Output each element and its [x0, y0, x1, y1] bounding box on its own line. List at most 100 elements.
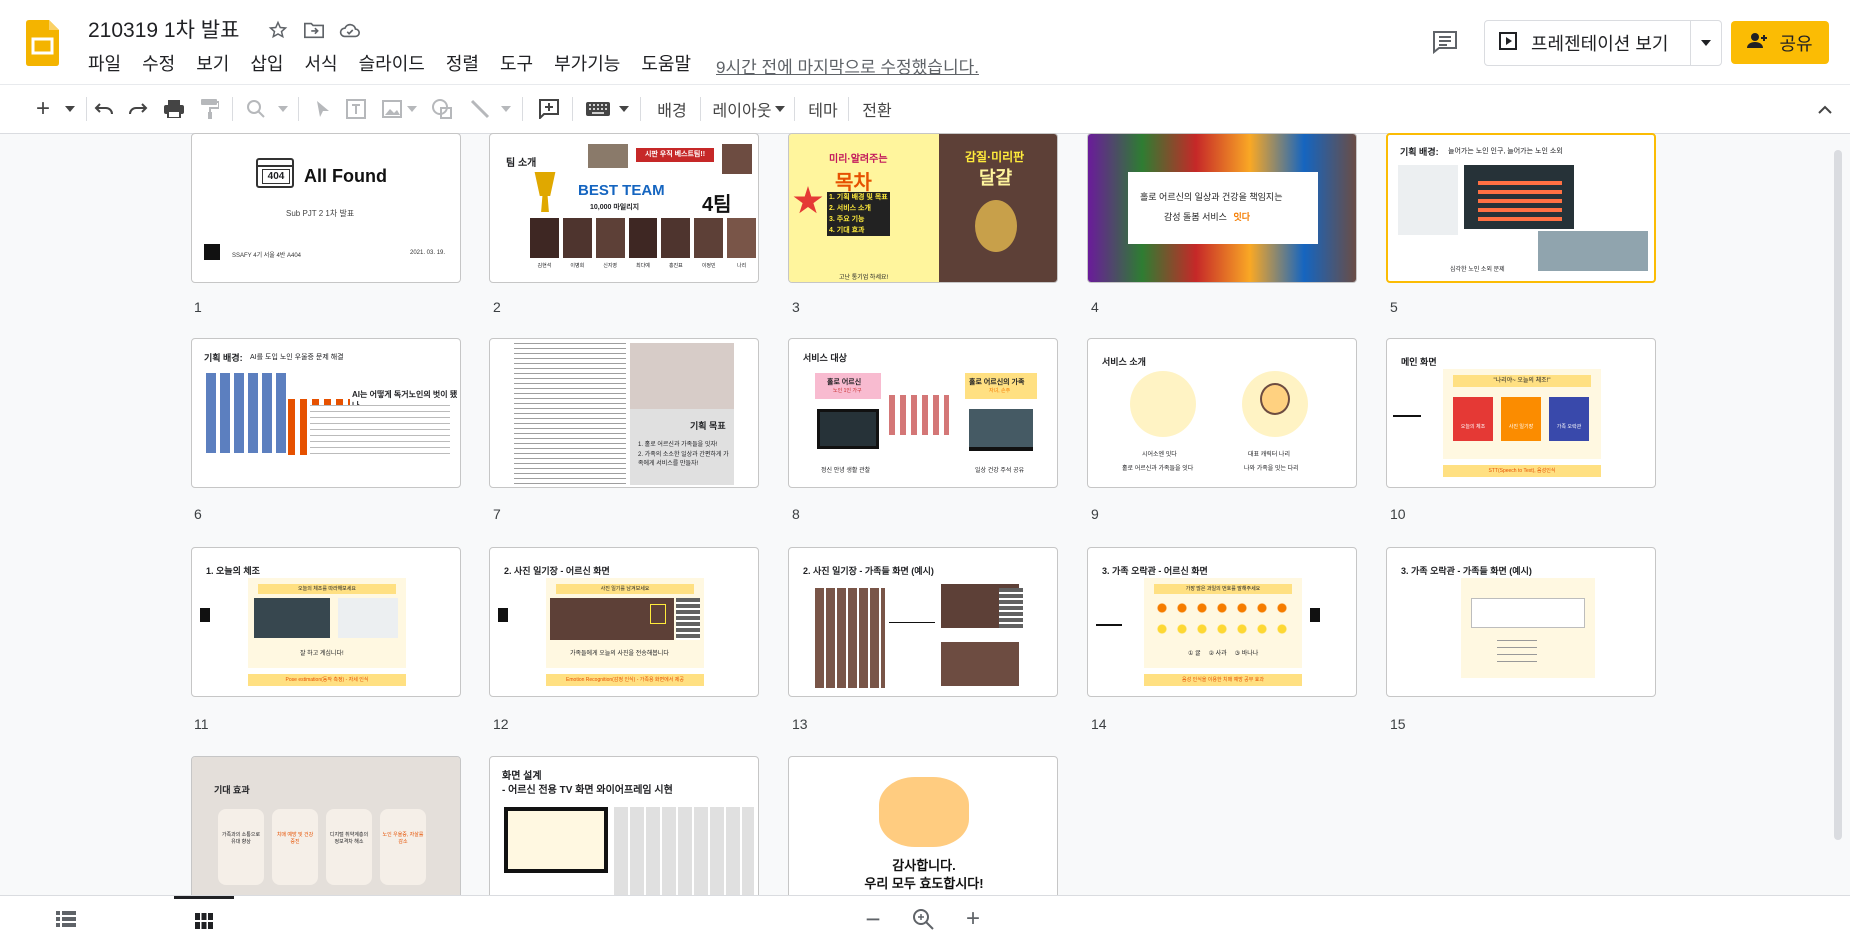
- scrollbar[interactable]: [1834, 150, 1842, 840]
- face-box: [650, 604, 666, 624]
- background-button[interactable]: 배경: [652, 95, 692, 123]
- zoom-in-plus-icon[interactable]: +: [962, 906, 984, 932]
- menu-edit[interactable]: 수정: [142, 50, 175, 76]
- layout-button[interactable]: 레이아웃: [712, 95, 786, 123]
- filmstrip-view-icon[interactable]: [56, 911, 76, 927]
- menu-help[interactable]: 도움말: [641, 50, 691, 76]
- slide-number: 1: [194, 299, 202, 315]
- speaker-icon: [1310, 608, 1320, 622]
- photo-thumb: [722, 144, 752, 174]
- transition-button[interactable]: 전환: [860, 95, 894, 123]
- menu-slide[interactable]: 슬라이드: [359, 50, 425, 76]
- slide-title: 팀 소개: [506, 158, 537, 169]
- slide-thumbnail-8[interactable]: 서비스 대상 홀로 어르신 노인 1인 가구 정신 안녕 생활 관찰 홀로 어르…: [788, 338, 1058, 488]
- menu-addons[interactable]: 부가기능: [554, 50, 620, 76]
- slide-thumbnail-12[interactable]: 2. 사진 일기장 - 어르신 화면 사진 일기를 남겨보세요 가족들에게 오늘…: [489, 547, 759, 697]
- form-lines: [1497, 634, 1537, 664]
- menu-format[interactable]: 서식: [305, 50, 338, 76]
- slide-number: 2: [493, 299, 501, 315]
- voice-wave-icon: [1393, 395, 1421, 417]
- slide-title: 2. 사진 일기장 - 어르신 화면: [504, 566, 610, 576]
- undo-icon[interactable]: [92, 95, 116, 123]
- document-title[interactable]: 210319 1차 발표: [88, 14, 239, 44]
- slide-foot: 음성 인식을 이용한 치매 예방 공부 효과: [1144, 674, 1302, 686]
- slide-title: 메인 화면: [1401, 357, 1437, 367]
- input-tools-chevron-down-icon[interactable]: [618, 95, 630, 123]
- new-slide-chevron-down-icon[interactable]: [62, 95, 78, 123]
- zoom-icon[interactable]: [244, 95, 268, 123]
- print-icon[interactable]: [162, 95, 186, 123]
- theme-button[interactable]: 테마: [806, 95, 840, 123]
- slide-thumbnail-16[interactable]: 기대 효과 가족과의 소통으로 유대 향상 치매 예방 및 건강 증진 디지털 …: [191, 756, 461, 895]
- zoom-out-minus-icon[interactable]: −: [862, 906, 884, 932]
- slide-thumbnail-15[interactable]: 3. 가족 오락관 - 가족들 화면 (예시): [1386, 547, 1656, 697]
- paint-format-icon[interactable]: [198, 95, 222, 123]
- redo-icon[interactable]: [126, 95, 150, 123]
- headline: BEST TEAM: [578, 182, 665, 199]
- center-card: [1128, 172, 1318, 244]
- slide-thumbnail-3[interactable]: 미리·알려주는 목차 1. 기획 배경 및 목표 2. 서비스 소개 3. 주요…: [788, 133, 1058, 283]
- screen-banner: 오늘의 체조를 따라해보세요: [258, 584, 396, 594]
- quiz-banner: 가장 많은 과일의 번호를 말해주세요: [1154, 584, 1292, 594]
- shape-icon[interactable]: [430, 95, 454, 123]
- left-sub: 홀로 어르신과 가족들을 잇다: [1122, 466, 1194, 472]
- image-icon[interactable]: [380, 95, 404, 123]
- move-folder-icon[interactable]: [302, 18, 326, 42]
- toolbar: + 배경 레이아웃 테마 전환: [0, 84, 1850, 134]
- image-chevron-down-icon[interactable]: [406, 95, 418, 123]
- right-card-sub: 자녀, 손주: [989, 388, 1011, 394]
- select-cursor-icon[interactable]: [312, 95, 334, 123]
- slide-thumbnail-10[interactable]: 메인 화면 "나리야~ 오늘의 체조!" 오늘의 체조 사진 일기장 가족 오락…: [1386, 338, 1656, 488]
- article-screenshot: [514, 343, 626, 485]
- bottom-bar: − +: [0, 895, 1850, 943]
- add-comment-icon[interactable]: [536, 95, 562, 123]
- line-chevron-down-icon[interactable]: [500, 95, 512, 123]
- bar-chart-image: [1478, 181, 1562, 221]
- menu-bar: 파일 수정 보기 삽입 서식 슬라이드 정렬 도구 부가기능 도움말: [88, 50, 712, 76]
- slide-thumbnail-5[interactable]: 기획 배경: 늘어가는 노인 인구, 늘어가는 노인 소외 심각한 노인 소외 …: [1386, 133, 1656, 283]
- slide-thumbnail-18[interactable]: 감사합니다. 우리 모두 효도합시다!: [788, 756, 1058, 895]
- slide-thumbnail-2[interactable]: 팀 소개 시판 우직 베스트팀!! BEST TEAM 10,000 마일리지 …: [489, 133, 759, 283]
- menu-insert[interactable]: 삽입: [250, 50, 283, 76]
- zoom-search-icon[interactable]: [912, 908, 934, 930]
- menu-arrange[interactable]: 정렬: [446, 50, 479, 76]
- menu-button: 사진 일기장: [1501, 397, 1541, 441]
- present-button[interactable]: 프레젠테이션 보기: [1485, 21, 1690, 65]
- slide-thumbnail-4[interactable]: 홀로 어르신의 일상과 건강을 책임지는 감성 돌봄 서비스 잇다: [1087, 133, 1357, 283]
- slides-logo[interactable]: [26, 20, 59, 66]
- menu-view[interactable]: 보기: [196, 50, 229, 76]
- present-options-chevron-down-icon[interactable]: [1690, 21, 1721, 65]
- fruit-row: [1152, 602, 1292, 614]
- team-label: 4팀: [702, 194, 732, 216]
- quiz-options: ① 귤 ② 사과 ③ 바나나: [1188, 651, 1259, 657]
- slide-thumbnail-1[interactable]: 404 All Found Sub PJT 2 1차 발표 SSAFY 4기 서…: [191, 133, 461, 283]
- zoom-chevron-down-icon[interactable]: [276, 95, 290, 123]
- voice-wave-icon: [1096, 604, 1122, 626]
- line-icon[interactable]: [468, 95, 492, 123]
- slide-thumbnail-7[interactable]: 기획 목표 1. 홀로 어르신과 가족들을 잇자! 2. 가족의 소소한 일상과…: [489, 338, 759, 488]
- keyboard-icon[interactable]: [584, 95, 612, 123]
- share-button[interactable]: 공유: [1731, 21, 1829, 64]
- slide-thumbnail-6[interactable]: 기획 배경: AI를 도입 노인 우울증 문제 해결 AI는 어떻게 독거노인의…: [191, 338, 461, 488]
- cloud-saved-icon[interactable]: [338, 18, 362, 42]
- star-icon[interactable]: [266, 18, 290, 42]
- menu-tools[interactable]: 도구: [500, 50, 533, 76]
- slide-thumbnail-9[interactable]: 서비스 소개 시어소엔 잇다 홀로 어르신과 가족들을 잇다 대표 캐릭터 나리…: [1087, 338, 1357, 488]
- slide-thumbnail-14[interactable]: 3. 가족 오락관 - 어르신 화면 가장 많은 과일의 번호를 말해주세요 ①…: [1087, 547, 1357, 697]
- slide-thumbnail-11[interactable]: 1. 오늘의 체조 오늘의 체조를 따라해보세요 잘 하고 계십니다! Pose…: [191, 547, 461, 697]
- last-edit-link[interactable]: 9시간 전에 마지막으로 수정했습니다.: [716, 53, 979, 78]
- menu-file[interactable]: 파일: [88, 50, 121, 76]
- slide-title: All Found: [304, 166, 387, 186]
- comment-history-icon[interactable]: [1430, 27, 1460, 57]
- slide-thumbnail-17[interactable]: 화면 설계 - 어르신 전용 TV 화면 와이어프레임 시현: [489, 756, 759, 895]
- new-slide-plus-icon[interactable]: +: [30, 95, 56, 123]
- top-bar: 210319 1차 발표 파일 수정 보기 삽입 서식 슬라이드 정렬 도구 부…: [0, 0, 1850, 84]
- grid-view-icon[interactable]: [174, 896, 234, 942]
- effect-card: [326, 809, 372, 885]
- right-sub: 나와 가족을 잇는 다리: [1244, 466, 1299, 472]
- effect-text: 치매 예방 및 건강 증진: [276, 832, 314, 845]
- text-box-icon[interactable]: [344, 95, 368, 123]
- slide-thumbnail-13[interactable]: 2. 사진 일기장 - 가족들 화면 (예시): [788, 547, 1058, 697]
- slide-number: 3: [792, 299, 800, 315]
- collapse-toolbar-chevron-up-icon[interactable]: [1814, 95, 1836, 123]
